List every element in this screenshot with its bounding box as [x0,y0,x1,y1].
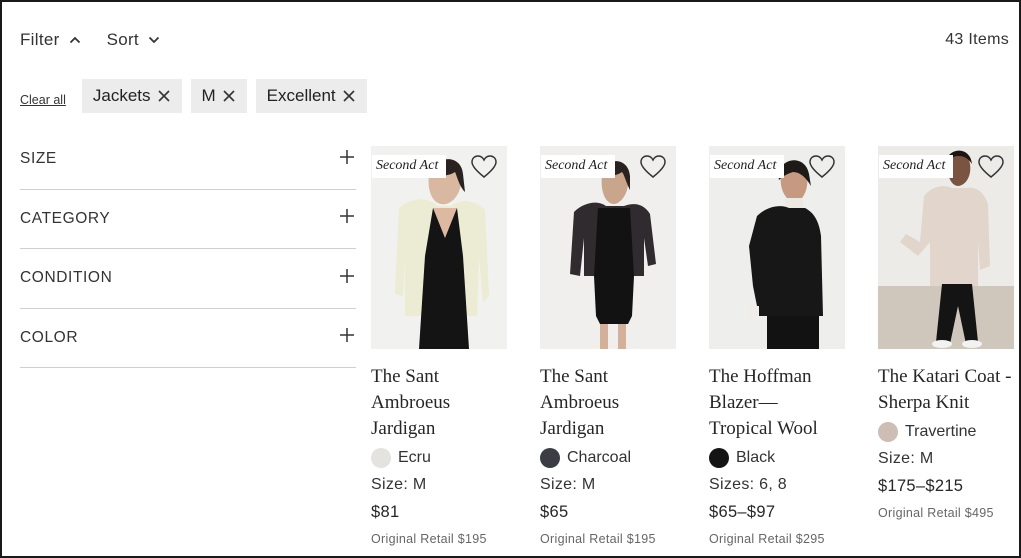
original-retail: Original Retail $295 [709,532,825,546]
plus-icon [340,209,354,228]
color-row: Charcoal [540,448,676,468]
product-image[interactable]: Second Act [371,146,507,349]
color-row: Travertine [878,422,1014,442]
product-card[interactable]: Second Act The Sant Ambroeus Jardigan Ec… [371,146,507,546]
chip-label: Excellent [266,86,336,105]
product-image[interactable]: Second Act [878,146,1014,349]
product-size: Size: M [371,476,427,493]
second-act-badge: Second Act [710,155,785,178]
color-row: Black [709,448,845,468]
facet-label: CATEGORY [20,209,111,227]
product-name[interactable]: The Sant Ambroeus Jardigan [371,364,507,442]
product-size: Sizes: 6, 8 [709,476,788,493]
product-price: $65 [540,503,569,521]
sort-label: Sort [106,30,139,49]
filter-button[interactable]: Filter [20,30,81,50]
second-act-badge: Second Act [372,155,447,178]
facet-label: SIZE [20,150,57,168]
second-act-badge: Second Act [879,155,954,178]
heart-icon[interactable] [978,155,1004,184]
plus-icon [340,149,354,169]
plus-icon [340,268,354,288]
heart-icon[interactable] [640,155,666,184]
color-name: Black [736,449,776,466]
close-icon[interactable] [157,89,171,103]
filter-chip-size-m[interactable]: M [190,79,247,113]
original-retail: Original Retail $195 [540,532,656,546]
product-price: $65–$97 [709,503,776,521]
product-price: $175–$215 [878,477,964,495]
sort-button[interactable]: Sort [107,30,160,50]
facet-label: CONDITION [20,269,113,287]
toolbar: Filter Sort 43 Items [20,29,1009,51]
second-act-badge: Second Act [541,155,616,178]
close-icon[interactable] [342,89,356,103]
chevron-up-icon [69,36,81,44]
filter-sidebar: SIZE CATEGORY CONDITION COLOR [20,130,356,368]
original-retail: Original Retail $495 [878,506,994,520]
product-card[interactable]: Second Act The Sant Ambroeus Jardigan Ch… [540,146,676,546]
product-card[interactable]: Second Act The Katari Coat - Sherpa Knit… [878,146,1014,520]
heart-icon[interactable] [809,155,835,184]
color-row: Ecru [371,448,507,468]
product-image[interactable]: Second Act [709,146,845,349]
facet-category[interactable]: CATEGORY [20,190,356,249]
color-name: Travertine [905,423,977,440]
product-price: $81 [371,503,400,521]
product-card[interactable]: Second Act The Hoffman Blazer— Tropical … [709,146,845,546]
plus-icon [340,328,354,347]
color-swatch[interactable] [878,422,898,442]
facet-label: COLOR [20,328,79,346]
facet-color[interactable]: COLOR [20,309,356,368]
product-name[interactable]: The Hoffman Blazer— Tropical Wool [709,364,845,442]
color-name: Charcoal [567,449,632,466]
close-icon[interactable] [222,89,236,103]
original-retail: Original Retail $195 [371,532,487,546]
product-image[interactable]: Second Act [540,146,676,349]
filter-label: Filter [20,30,60,49]
product-size: Size: M [878,450,934,467]
chip-label: M [201,86,216,105]
heart-icon[interactable] [471,155,497,184]
product-size: Size: M [540,476,596,493]
chip-label: Jackets [92,86,151,105]
item-count: 43 Items [945,31,1009,48]
chevron-down-icon [148,36,160,44]
clear-all-link[interactable]: Clear all [20,93,66,107]
color-name: Ecru [398,449,431,466]
color-swatch[interactable] [540,448,560,468]
color-swatch[interactable] [371,448,391,468]
product-name[interactable]: The Sant Ambroeus Jardigan [540,364,676,442]
color-swatch[interactable] [709,448,729,468]
filter-chip-jackets[interactable]: Jackets [81,79,182,113]
window-frame: Filter Sort 43 Items Clear all Jackets M [0,0,1021,558]
product-name[interactable]: The Katari Coat - Sherpa Knit [878,364,1014,416]
facet-condition[interactable]: CONDITION [20,249,356,309]
facet-size[interactable]: SIZE [20,130,356,190]
filter-chip-excellent[interactable]: Excellent [255,79,367,113]
active-filters: Clear all Jackets M Excellent [20,79,376,113]
